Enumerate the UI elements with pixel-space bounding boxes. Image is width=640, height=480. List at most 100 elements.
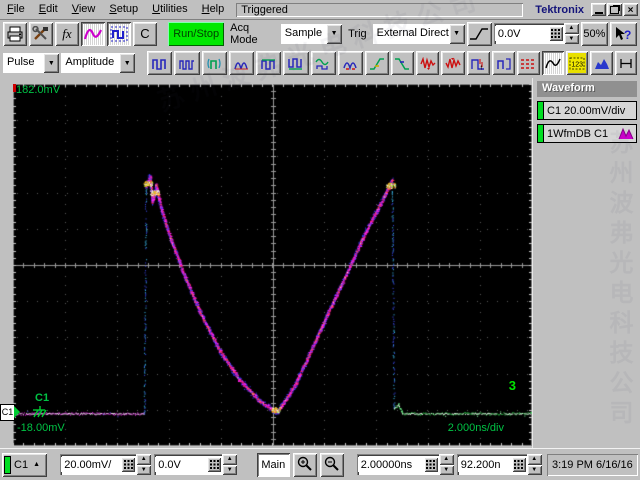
chevron-up-icon: ▲ [33,461,40,468]
measure-mean-button[interactable] [310,51,336,75]
menu-file[interactable]: File [0,1,32,18]
channel-color-strip [4,455,11,474]
channel-marker-badge[interactable]: C1 [0,404,15,421]
waveform-row-label: 1WfmDB C1 [547,127,609,140]
acq-mode-value: Sample [280,23,327,44]
waveform-canvas [13,84,532,446]
menu-setup[interactable]: Setup [102,1,145,18]
channel-marker-arrow-icon [14,406,20,418]
set-fifty-percent-button[interactable]: 50% [580,21,608,46]
measure-noise-pp-button[interactable] [441,51,465,75]
measure-top-button[interactable] [256,51,282,75]
spin-down-button[interactable]: ▼ [438,464,454,475]
context-help-button[interactable]: ? [609,21,637,46]
spin-up-button[interactable]: ▲ [136,454,152,465]
print-button[interactable] [3,21,27,46]
horizontal-scale-input[interactable] [357,457,424,472]
spin-down-button[interactable]: ▼ [136,464,152,475]
trigger-level-control: ▲ ▼ [493,23,579,44]
measure-type-select[interactable]: Amplitude ▼ [61,53,136,73]
display-dots-button[interactable] [517,51,540,75]
clock-display: 3:19 PM 6/16/16 [547,454,638,476]
ibeam-measure-icon [620,58,632,68]
vertical-scale-control: ▲ ▼ [60,454,152,475]
chevron-down-icon[interactable]: ▼ [119,53,136,73]
menu-edit[interactable]: Edit [32,1,65,18]
measure-category-select[interactable]: Pulse ▼ [3,53,60,73]
svg-text:?: ? [624,28,631,42]
acq-mode-select[interactable]: Sample ▼ [280,23,343,44]
measure-falltime-button[interactable] [390,51,414,75]
measure-cycle-button[interactable] [338,51,364,75]
horizontal-position-input[interactable] [457,457,512,472]
measure-pulse-markers-button[interactable]: t [466,51,490,75]
vertical-scale-input[interactable] [61,457,122,472]
wave-over-pulse-icon [315,58,329,70]
dashed-lines-icon [521,58,536,69]
zoom-out-button[interactable] [319,452,344,477]
svg-text:123: 123 [572,61,584,68]
clear-button[interactable]: C [133,21,157,46]
spin-down-button[interactable]: ▼ [526,464,542,475]
fx-button[interactable]: fx [55,21,79,46]
measure-amplitude-button[interactable] [228,51,255,75]
keypad-icon[interactable] [548,26,563,41]
chevron-down-icon[interactable]: ▼ [326,23,343,44]
measure-gated-button[interactable] [201,51,227,75]
measure-low-button[interactable] [174,51,200,75]
channel-trace-label: C1 [35,392,50,404]
main-timebase-label: Main [261,458,286,471]
restore-button[interactable] [607,3,622,16]
wfmdb-trace-icon [618,127,634,140]
zoom-in-button[interactable] [292,452,317,477]
waveform-panel-title: Waveform [537,81,637,97]
horizontal-scale-control: ▲ ▼ [356,454,454,475]
run-stop-label: Run/Stop [173,27,220,40]
spin-up-button[interactable]: ▲ [526,454,542,465]
menu-help[interactable]: Help [195,1,232,18]
brand-logo: Tektronix [535,3,584,16]
waveform-row-wfmdb[interactable]: 1WfmDB C1 [537,124,637,143]
spin-down-button[interactable]: ▼ [563,33,579,44]
measure-n-cycles-button[interactable] [491,51,516,75]
measure-base-button[interactable] [283,51,309,75]
double-arc-icon [233,61,248,69]
pulse-train-icon [179,59,194,70]
trig-source-select[interactable]: External Direct ▼ [372,23,465,44]
horizontal-measure-button[interactable] [614,51,638,75]
measure-category-value: Pulse [3,53,44,73]
measure-risetime-button[interactable] [365,51,389,75]
close-button[interactable]: × [623,3,638,16]
spin-up-button[interactable]: ▲ [563,23,579,34]
readout-button[interactable]: 123 [565,51,589,75]
spin-up-button[interactable]: ▲ [222,454,238,465]
chevron-down-icon[interactable]: ▼ [448,23,465,44]
vertical-offset-input[interactable] [155,457,208,472]
spin-up-button[interactable]: ▲ [438,454,454,465]
chevron-down-icon[interactable]: ▼ [43,53,60,73]
pulse-icon [110,26,128,41]
histogram-button[interactable] [590,51,613,75]
run-stop-button[interactable]: Run/Stop [168,21,225,46]
display-vector-button[interactable] [541,51,564,75]
channel-selector-button[interactable]: C1 ▲ [2,452,48,477]
trigger-level-input[interactable] [494,26,549,41]
numeric-readout-icon: 123 [569,57,585,69]
trigger-slope-button[interactable] [466,21,492,46]
minimize-button[interactable] [591,3,606,16]
pulse-select-button[interactable] [107,21,131,46]
waveform-display-button[interactable] [81,21,105,46]
measure-noise-rms-button[interactable] [415,51,440,75]
measure-high-button[interactable] [147,51,173,75]
keypad-icon[interactable] [423,457,438,472]
help-pointer-icon: ? [616,26,632,42]
keypad-icon[interactable] [207,457,222,472]
spin-down-button[interactable]: ▼ [222,464,238,475]
main-timebase-button[interactable]: Main [256,452,290,477]
tools-button[interactable] [29,21,53,46]
menu-utilities[interactable]: Utilities [145,1,194,18]
menu-view[interactable]: View [65,1,103,18]
waveform-row-c1[interactable]: C1 20.00mV/div [537,101,637,120]
keypad-icon[interactable] [121,457,136,472]
keypad-icon[interactable] [511,457,526,472]
